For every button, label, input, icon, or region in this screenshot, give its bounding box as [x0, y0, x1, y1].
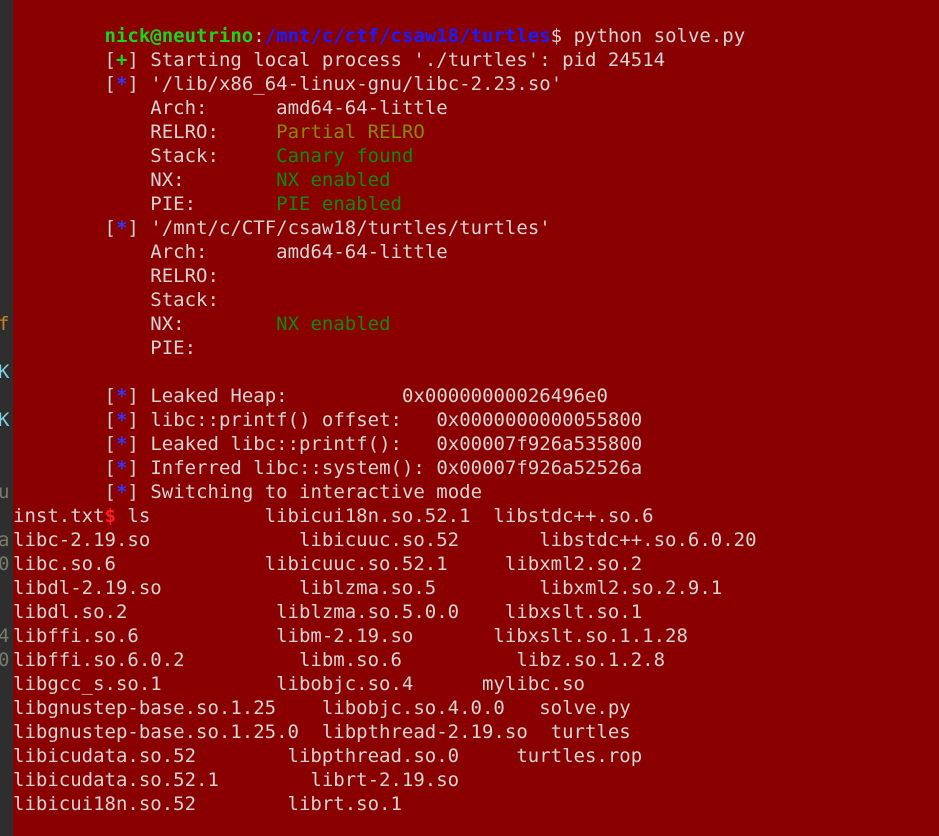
leak-value: 0x00007f926a535800	[436, 433, 643, 455]
background-window-fragment: K	[0, 361, 10, 383]
star-icon: *	[115, 409, 128, 431]
ls-output-row: libgnustep-base.so.1.25 libobjc.so.4.0.0…	[13, 697, 631, 719]
checksec-label: PIE:	[150, 193, 197, 215]
terminal-screenshot: fKKua040 nick@neutrino:/mnt/c/ctf/csaw18…	[0, 0, 939, 836]
ls-output-row: libffi.so.6 libm-2.19.so libxslt.so.1.1.…	[13, 625, 688, 647]
checksec-libc-path: '/lib/x86_64-linux-gnu/libc-2.23.so'	[150, 73, 563, 95]
prompt-separator: :	[253, 25, 265, 47]
ls-output-row: inst.txt libicui18n.so.52.1 libstdc++.so…	[13, 505, 654, 527]
checksec-value: Partial RELRO	[276, 121, 425, 143]
background-window-fragment: a	[0, 529, 10, 551]
ls-output-row: libdl.so.2 liblzma.so.5.0.0 libxslt.so.1	[13, 601, 643, 623]
checksec-label: RELRO:	[150, 121, 219, 143]
ls-output-row: libdl-2.19.so liblzma.so.5 libxml2.so.2.…	[13, 577, 723, 599]
ls-output-row: libicudata.so.52.1 librt-2.19.so	[13, 769, 460, 791]
terminal-window[interactable]: nick@neutrino:/mnt/c/ctf/csaw18/turtles$…	[13, 0, 939, 836]
star-icon: *	[115, 385, 128, 407]
leak-value: 0x0000000000055800	[436, 409, 643, 431]
tag-open-bracket: [	[104, 49, 116, 71]
leak-pad	[402, 433, 436, 455]
leak-pad	[425, 457, 436, 479]
star-icon: *	[115, 481, 128, 503]
prompt-path: /mnt/c/ctf/csaw18/turtles	[264, 25, 551, 47]
shell-prompt-line: nick@neutrino:/mnt/c/ctf/csaw18/turtles$…	[13, 0, 757, 47]
star-icon: *	[115, 217, 128, 239]
checksec-value: amd64-64-little	[276, 241, 448, 263]
ls-output-row: libicudata.so.52 libpthread.so.0 turtles…	[13, 745, 643, 767]
leak-pad	[288, 385, 402, 407]
checksec-pad	[207, 97, 276, 119]
checksec-label: NX:	[150, 313, 185, 335]
checksec-pad	[196, 193, 276, 215]
checksec-label: NX:	[150, 169, 185, 191]
leak-pad	[402, 409, 436, 431]
background-window-fragment: f	[0, 313, 10, 335]
checksec-pad	[207, 241, 276, 263]
checksec-value: NX enabled	[276, 169, 391, 191]
checksec-label: RELRO:	[150, 265, 219, 287]
star-icon: *	[115, 73, 128, 95]
checksec-pad	[219, 121, 276, 143]
background-window-strip: fKKua040	[0, 0, 13, 836]
prompt-command: python solve.py	[573, 25, 746, 47]
leak-value: 0x00007f926a52526a	[436, 457, 643, 479]
star-icon: *	[115, 433, 128, 455]
checksec-value: NX enabled	[276, 313, 391, 335]
checksec-value: Canary found	[276, 145, 414, 167]
checksec-pad	[185, 313, 277, 335]
background-window-fragment: u	[0, 481, 10, 503]
terminal-output: nick@neutrino:/mnt/c/ctf/csaw18/turtles$…	[13, 0, 757, 836]
leak-value: 0x00000000026496e0	[402, 385, 608, 407]
leak-label: libc::printf() offset:	[150, 409, 402, 431]
checksec-label: Arch:	[150, 241, 208, 263]
checksec-binary-path: '/mnt/c/CTF/csaw18/turtles/turtles'	[150, 217, 551, 239]
plus-icon: +	[115, 49, 128, 71]
leak-label: Switching to interactive mode	[150, 481, 483, 503]
checksec-label: Arch:	[150, 97, 208, 119]
star-icon: *	[115, 457, 128, 479]
interactive-prompt-final[interactable]: $	[13, 816, 757, 836]
leak-label: Inferred libc::system():	[150, 457, 425, 479]
checksec-label: Stack:	[150, 289, 219, 311]
background-window-fragment: K	[0, 409, 10, 431]
checksec-pad	[219, 145, 276, 167]
background-window-fragment: 0	[0, 553, 10, 575]
checksec-label: Stack:	[150, 145, 219, 167]
tag-close-bracket: ]	[127, 49, 139, 71]
checksec-pad	[185, 169, 277, 191]
ls-output-row: libffi.so.6.0.2 libm.so.6 libz.so.1.2.8	[13, 649, 666, 671]
prompt-sigil: $	[550, 25, 563, 47]
background-window-fragment: 4	[0, 625, 10, 647]
leak-label: Leaked libc::printf():	[150, 433, 402, 455]
checksec-label: PIE:	[150, 337, 197, 359]
ls-output-row: libc.so.6 libicuuc.so.52.1 libxml2.so.2	[13, 553, 643, 575]
leak-line-heap: [*] Leaked Heap: 0x00000000026496e0	[104, 385, 608, 407]
background-window-fragment: 0	[0, 649, 10, 671]
ls-output-row: libgcc_s.so.1 libobjc.so.4 mylibc.so	[13, 673, 585, 695]
ls-output-row: libicui18n.so.52 librt.so.1	[13, 793, 402, 815]
prompt-user-host: nick@neutrino	[104, 25, 254, 47]
checksec-value: PIE enabled	[276, 193, 402, 215]
ls-output-row: libgnustep-base.so.1.25.0 libpthread-2.1…	[13, 721, 631, 743]
ls-output-row: libc-2.19.so libicuuc.so.52 libstdc++.so…	[13, 529, 757, 551]
checksec-value: amd64-64-little	[276, 97, 448, 119]
leak-label: Leaked Heap:	[150, 385, 288, 407]
status-text: Starting local process './turtles': pid …	[138, 49, 666, 71]
